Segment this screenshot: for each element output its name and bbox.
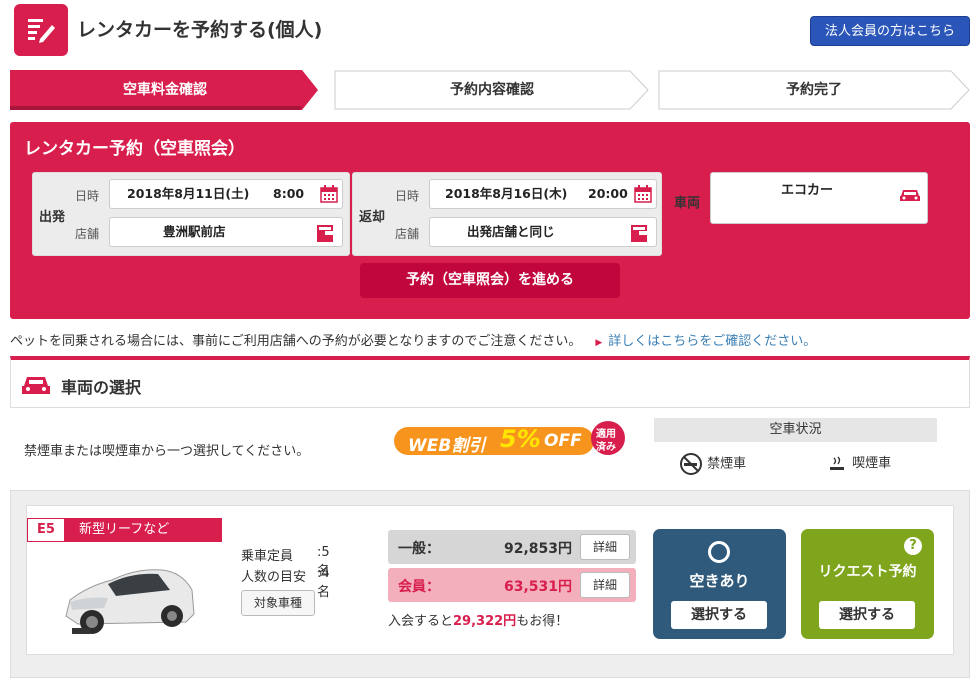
request-label: リクエスト予約: [818, 564, 917, 580]
calendar-icon[interactable]: [634, 185, 652, 203]
save-amount: 29,322円: [453, 614, 517, 629]
return-store-field[interactable]: 出発店舗と同じ: [429, 217, 657, 247]
return-store-label: 店舗: [395, 227, 420, 241]
general-price-row: 一般： 92,853円 詳細: [388, 530, 636, 564]
availability-status-header: 空車状況: [654, 418, 937, 442]
return-datetime-label: 日時: [395, 189, 420, 203]
reservation-title: レンタカー予約（空車照会）: [24, 139, 245, 159]
departure-box: 出発 日時 店舗 2018年8月11日(土) 8:00 豊洲駅前店: [32, 172, 350, 256]
legend-nonsmoking-label: 禁煙車: [707, 456, 747, 472]
smoking-icon: [830, 456, 844, 470]
reservation-panel: レンタカー予約（空車照会） 出発 日時 店舗 2018年8月11日(土) 8:0…: [10, 122, 970, 319]
step-complete: 予約完了: [658, 70, 970, 110]
step-label: 空車料金確認: [123, 82, 207, 98]
guide-spec: 人数の目安 :4名: [241, 566, 330, 600]
available-panel: 空きあり 選択する: [653, 529, 786, 639]
save-prefix: 入会すると: [388, 614, 454, 629]
general-price: 92,853円: [503, 541, 572, 557]
vehicle-selection-header: 車両の選択: [10, 356, 970, 408]
step-availability: 空車料金確認: [10, 70, 320, 110]
departure-store-label: 店舗: [75, 227, 100, 241]
step-label: 予約内容確認: [450, 82, 534, 98]
legend-smoking-label: 喫煙車: [852, 456, 892, 471]
departure-datetime-field[interactable]: 2018年8月11日(土) 8:00: [109, 179, 343, 209]
return-time: 20:00: [588, 186, 628, 201]
store-icon[interactable]: [628, 223, 650, 243]
badge-off: OFF: [544, 431, 582, 451]
departure-store-field[interactable]: 豊洲駅前店: [109, 217, 343, 247]
member-detail-button[interactable]: 詳細: [580, 572, 630, 598]
help-icon[interactable]: ?: [904, 537, 922, 555]
web-discount-badge: WEB割引 5% OFF 適用 済み: [392, 420, 632, 464]
departure-time: 8:00: [273, 186, 305, 201]
car-icon[interactable]: [899, 187, 921, 203]
badge-percent: 5%: [500, 425, 541, 453]
car-class-tag: E5: [27, 518, 65, 542]
badge-main: WEB割引: [408, 436, 486, 456]
car-model-tag: 新型リーフなど: [65, 518, 222, 542]
return-store: 出発店舗と同じ: [467, 224, 555, 239]
guide-label: 人数の目安: [241, 570, 307, 585]
departure-date: 2018年8月11日(土): [127, 186, 250, 201]
departure-store: 豊洲駅前店: [163, 224, 226, 239]
vehicle-label: 車両: [674, 196, 701, 211]
arrow-right-icon: ▶: [595, 338, 603, 348]
capacity-spec: 乗車定員 :5名: [241, 545, 330, 579]
vehicle-value: エコカー: [781, 183, 834, 198]
car-icon: [22, 377, 50, 394]
calendar-icon[interactable]: [320, 185, 338, 203]
request-panel: ? リクエスト予約 選択する: [801, 529, 934, 639]
page-title: レンタカーを予約する(個人): [77, 19, 323, 41]
general-label: 一般：: [398, 541, 440, 557]
membership-savings: 入会すると29,322円もお得！: [388, 610, 568, 629]
badge-applied-2: 済み: [596, 442, 616, 453]
section-title: 車両の選択: [61, 378, 142, 397]
step-confirm: 予約内容確認: [334, 70, 650, 110]
departure-label: 出発: [39, 210, 66, 225]
progress-steps: 空車料金確認 予約内容確認 予約完了: [10, 70, 970, 110]
member-price: 63,531円: [503, 579, 572, 595]
capacity-label: 乗車定員: [241, 549, 294, 564]
reservation-form-icon: [14, 4, 68, 56]
available-circle-icon: [708, 541, 730, 563]
no-smoking-icon: [680, 453, 702, 475]
proceed-reservation-button[interactable]: 予約（空車照会）を進める: [360, 263, 620, 298]
details-link[interactable]: 詳しくはこちらをご確認ください。: [608, 334, 816, 349]
pet-notice-text: ペットを同乗される場合には、事前にご利用店舗への予約が必要となりますのでご注意く…: [10, 334, 582, 349]
return-datetime-field[interactable]: 2018年8月16日(木) 20:00: [429, 179, 657, 209]
selection-instruction: 禁煙車または喫煙車から一つ選択してください。: [24, 444, 310, 459]
target-models-button[interactable]: 対象車種: [241, 590, 315, 616]
departure-datetime-label: 日時: [75, 189, 100, 203]
return-date: 2018年8月16日(木): [445, 186, 568, 201]
member-label: 会員：: [398, 579, 440, 595]
step-label: 予約完了: [786, 82, 842, 98]
save-suffix: もお得！: [516, 614, 569, 629]
car-image: [65, 569, 195, 634]
vehicle-field[interactable]: エコカー: [710, 172, 928, 224]
select-request-button[interactable]: 選択する: [819, 601, 915, 629]
store-icon[interactable]: [314, 223, 336, 243]
legend-nonsmoking: 禁煙車: [679, 452, 746, 476]
return-box: 返却 日時 店舗 2018年8月16日(木) 20:00 出発店舗と同じ: [352, 172, 662, 256]
select-available-button[interactable]: 選択する: [671, 601, 767, 629]
legend-smoking: 喫煙車: [828, 452, 891, 474]
corporate-member-button[interactable]: 法人会員の方はこちら: [810, 16, 970, 46]
return-label: 返却: [359, 210, 386, 225]
member-price-row: 会員： 63,531円 詳細: [388, 568, 636, 602]
available-label: 空きあり: [689, 572, 750, 590]
pet-notice: ペットを同乗される場合には、事前にご利用店舗への予約が必要となりますのでご注意く…: [10, 330, 816, 349]
guide-value: :4名: [317, 566, 331, 600]
page-header: レンタカーを予約する(個人) 法人会員の方はこちら: [0, 0, 979, 62]
general-detail-button[interactable]: 詳細: [580, 534, 630, 560]
